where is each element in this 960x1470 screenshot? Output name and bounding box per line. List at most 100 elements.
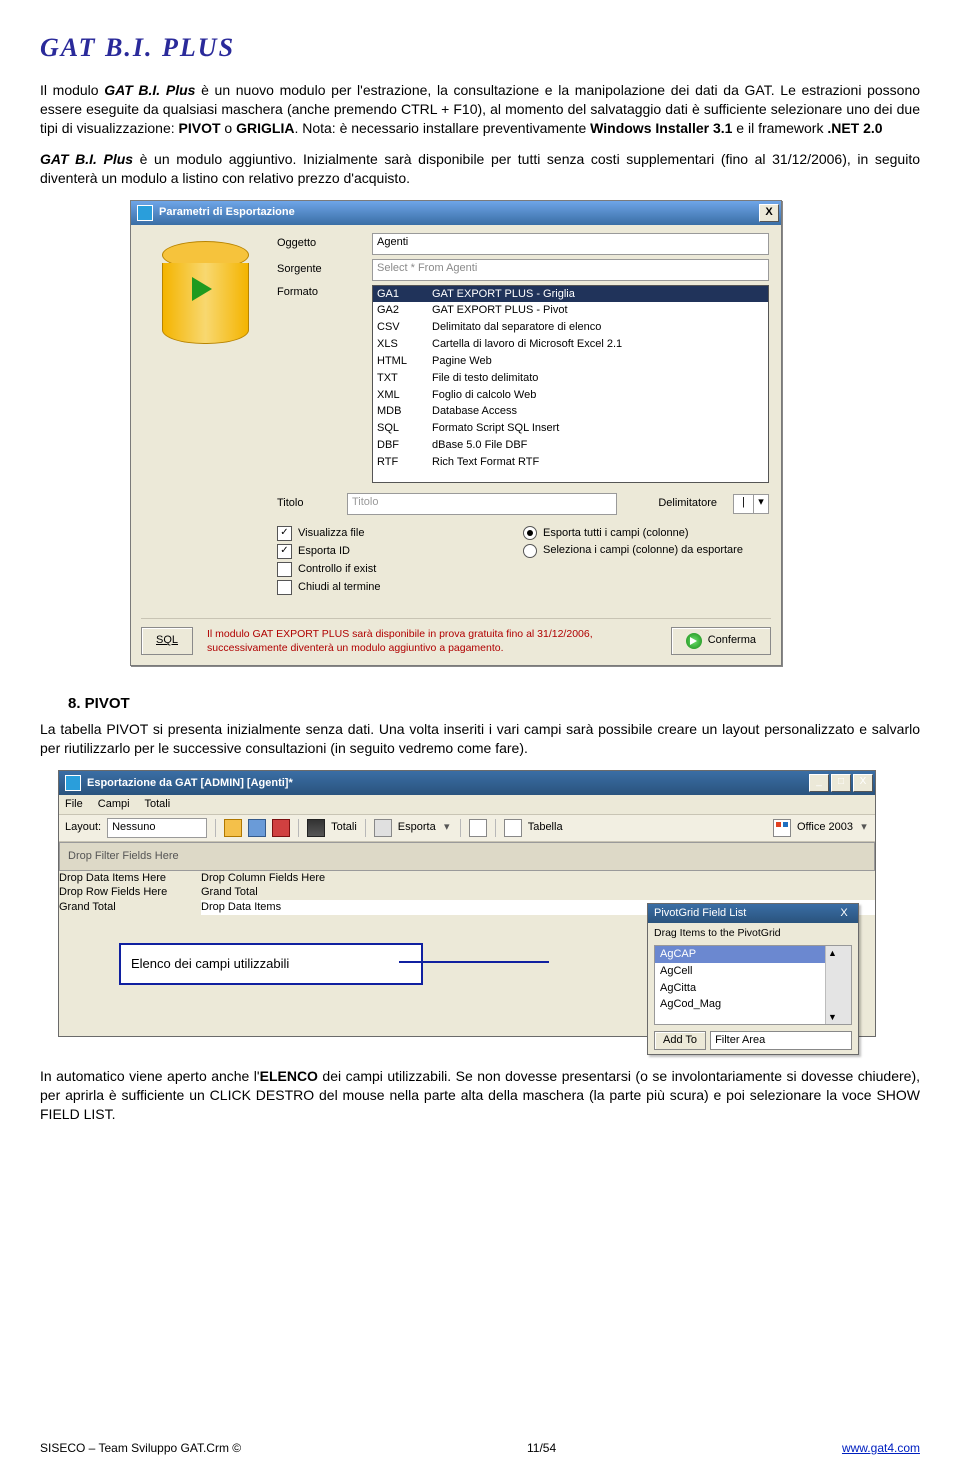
- formato-listbox[interactable]: GA1 GAT EXPORT PLUS - Griglia GA2GAT EXP…: [372, 285, 769, 483]
- text: . Nota: è necessario installare preventi…: [294, 120, 590, 136]
- formato-row[interactable]: HTMLPagine Web: [373, 353, 768, 370]
- pivot-data-drop[interactable]: Drop Data Items Here: [59, 871, 201, 886]
- area-select[interactable]: Filter Area: [710, 1031, 852, 1050]
- sorgente-field[interactable]: Select * From Agenti: [372, 259, 769, 281]
- chevron-down-icon[interactable]: ▾: [753, 495, 768, 513]
- totali-label[interactable]: Totali: [331, 820, 357, 835]
- page-footer: SISECO – Team Sviluppo GAT.Crm © 11/54 w…: [40, 1440, 920, 1456]
- totali-icon[interactable]: [307, 819, 325, 837]
- conferma-button[interactable]: Conferma: [671, 627, 771, 655]
- formato-row[interactable]: CSVDelimitato dal separatore di elenco: [373, 319, 768, 336]
- pivot-column-drop[interactable]: Drop Column Fields Here: [201, 871, 875, 886]
- cell: GA1: [377, 287, 432, 302]
- cell: MDB: [377, 404, 432, 419]
- cell: RTF: [377, 455, 432, 470]
- checkbox-esporta-id[interactable]: ✓Esporta ID: [277, 544, 523, 559]
- database-icon: [162, 241, 247, 341]
- checkbox-chiudi-termine[interactable]: Chiudi al termine: [277, 580, 523, 595]
- kw-elenco: ELENCO: [260, 1068, 318, 1084]
- cell: GA2: [377, 303, 432, 318]
- delimiter-combo[interactable]: | ▾: [733, 494, 769, 514]
- addto-button[interactable]: Add To: [654, 1031, 706, 1050]
- callout-connector: [399, 961, 549, 963]
- formato-row[interactable]: MDBDatabase Access: [373, 403, 768, 420]
- pivot-fieldlist[interactable]: PivotGrid Field List X Drag Items to the…: [647, 903, 859, 1055]
- fieldlist-hint: Drag Items to the PivotGrid: [648, 923, 858, 943]
- cell: XLS: [377, 337, 432, 352]
- delete-icon[interactable]: [272, 819, 290, 837]
- export-icon[interactable]: [374, 819, 392, 837]
- close-button[interactable]: X: [836, 906, 852, 921]
- office-icon[interactable]: [773, 819, 791, 837]
- label-sorgente: Sorgente: [277, 262, 372, 277]
- cell: dBase 5.0 File DBF: [432, 438, 527, 453]
- close-button[interactable]: X: [853, 774, 873, 792]
- dialog-titlebar[interactable]: Parametri di Esportazione X: [131, 201, 781, 225]
- menu-campi[interactable]: Campi: [98, 798, 130, 810]
- window-title: Esportazione da GAT [ADMIN] [Agenti]*: [87, 776, 809, 791]
- kw-pivot: PIVOT: [179, 120, 221, 136]
- formato-row[interactable]: SQLFormato Script SQL Insert: [373, 420, 768, 437]
- formato-row[interactable]: RTFRich Text Format RTF: [373, 454, 768, 471]
- window-titlebar[interactable]: Esportazione da GAT [ADMIN] [Agenti]* _ …: [59, 771, 875, 795]
- text: o: [221, 120, 237, 136]
- formato-row[interactable]: XLSCartella di lavoro di Microsoft Excel…: [373, 336, 768, 353]
- radio-esporta-tutti[interactable]: Esporta tutti i campi (colonne): [523, 526, 769, 541]
- field-item[interactable]: AgCell: [655, 963, 851, 980]
- oggetto-field[interactable]: Agenti: [372, 233, 769, 255]
- page-title: GAT B.I. PLUS: [40, 30, 920, 65]
- menu-file[interactable]: File: [65, 798, 83, 810]
- cell: Foglio di calcolo Web: [432, 388, 536, 403]
- product-name: GAT B.I. Plus: [104, 82, 195, 98]
- field-item[interactable]: AgCod_Mag: [655, 996, 851, 1013]
- layout-combo[interactable]: Nessuno: [107, 818, 207, 838]
- cell: DBF: [377, 438, 432, 453]
- cell: Database Access: [432, 404, 517, 419]
- label-formato: Formato: [277, 285, 372, 300]
- menu-totali[interactable]: Totali: [144, 798, 170, 810]
- tabella-label[interactable]: Tabella: [528, 820, 563, 835]
- footer-left: SISECO – Team Sviluppo GAT.Crm ©: [40, 1440, 241, 1456]
- formato-row[interactable]: DBFdBase 5.0 File DBF: [373, 437, 768, 454]
- formato-row[interactable]: XMLFoglio di calcolo Web: [373, 387, 768, 404]
- label-titolo: Titolo: [277, 496, 347, 511]
- intro-paragraph-2: GAT B.I. Plus è un modulo aggiuntivo. In…: [40, 150, 920, 188]
- product-name: GAT B.I. Plus: [40, 151, 133, 167]
- sql-icon[interactable]: [469, 819, 487, 837]
- formato-row[interactable]: GA2GAT EXPORT PLUS - Pivot: [373, 302, 768, 319]
- chevron-down-icon[interactable]: ▾: [442, 820, 452, 835]
- radio-seleziona-campi[interactable]: Seleziona i campi (colonne) da esportare: [523, 543, 769, 558]
- save-icon[interactable]: [248, 819, 266, 837]
- label: Seleziona i campi (colonne) da esportare: [543, 543, 743, 558]
- fieldlist-titlebar[interactable]: PivotGrid Field List X: [648, 904, 858, 923]
- scrollbar[interactable]: [825, 946, 851, 1024]
- pivot-row-drop[interactable]: Drop Row Fields Here: [59, 885, 201, 900]
- titolo-input[interactable]: Titolo: [347, 493, 617, 515]
- checkbox-visualizza-file[interactable]: ✓Visualizza file: [277, 526, 523, 541]
- open-icon[interactable]: [224, 819, 242, 837]
- menubar[interactable]: File Campi Totali: [59, 795, 875, 814]
- field-item[interactable]: AgCAP: [655, 946, 851, 963]
- close-button[interactable]: X: [759, 204, 779, 222]
- table-icon[interactable]: [504, 819, 522, 837]
- footer-link[interactable]: www.gat4.com: [842, 1440, 920, 1456]
- sql-button[interactable]: SQL: [141, 627, 193, 655]
- text: è un modulo aggiuntivo. Inizialmente sar…: [40, 151, 920, 186]
- app-icon: [65, 775, 81, 791]
- fieldlist-items[interactable]: AgCAP AgCell AgCitta AgCod_Mag: [654, 945, 852, 1025]
- field-item[interactable]: AgCitta: [655, 980, 851, 997]
- formato-row[interactable]: TXTFile di testo delimitato: [373, 370, 768, 387]
- text: e il framework: [732, 120, 827, 136]
- minimize-button[interactable]: _: [809, 774, 829, 792]
- checkbox-controllo-if-exist[interactable]: Controllo if exist: [277, 562, 523, 577]
- label-delimitatore: Delimitatore: [617, 496, 723, 511]
- chevron-down-icon[interactable]: ▾: [859, 820, 869, 835]
- footer-center: 11/54: [527, 1440, 556, 1456]
- pivot-filter-drop[interactable]: Drop Filter Fields Here: [59, 842, 875, 871]
- cell: Delimitato dal separatore di elenco: [432, 320, 601, 335]
- office-label[interactable]: Office 2003: [797, 820, 853, 835]
- formato-selected-row[interactable]: GA1 GAT EXPORT PLUS - Griglia: [373, 286, 768, 303]
- callout-text: Elenco dei campi utilizzabili: [131, 955, 289, 973]
- esporta-label[interactable]: Esporta: [398, 820, 436, 835]
- maximize-button[interactable]: □: [831, 774, 851, 792]
